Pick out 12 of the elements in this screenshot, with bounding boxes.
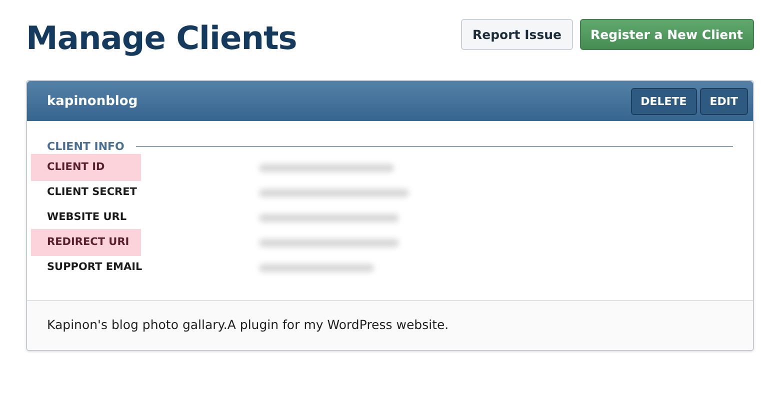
client-description: Kapinon's blog photo gallary.A plugin for my WordPress website. xyxy=(47,317,449,332)
field-label: REDIRECT URI xyxy=(31,229,141,256)
action-button[interactable]: DELETE xyxy=(630,88,697,114)
field-label: CLIENT ID xyxy=(31,154,141,181)
field-label: CLIENT SECRET xyxy=(46,185,138,200)
section-title: CLIENT INFO xyxy=(47,140,124,152)
client-name: kapinonblog xyxy=(47,94,138,108)
field-label: SUPPORT EMAIL xyxy=(46,260,141,275)
action-button[interactable]: EDIT xyxy=(700,88,748,114)
field-label: WEBSITE URL xyxy=(46,210,128,225)
page-title: Manage Clients xyxy=(26,18,297,59)
report-button[interactable]: Report Issue xyxy=(461,19,573,50)
